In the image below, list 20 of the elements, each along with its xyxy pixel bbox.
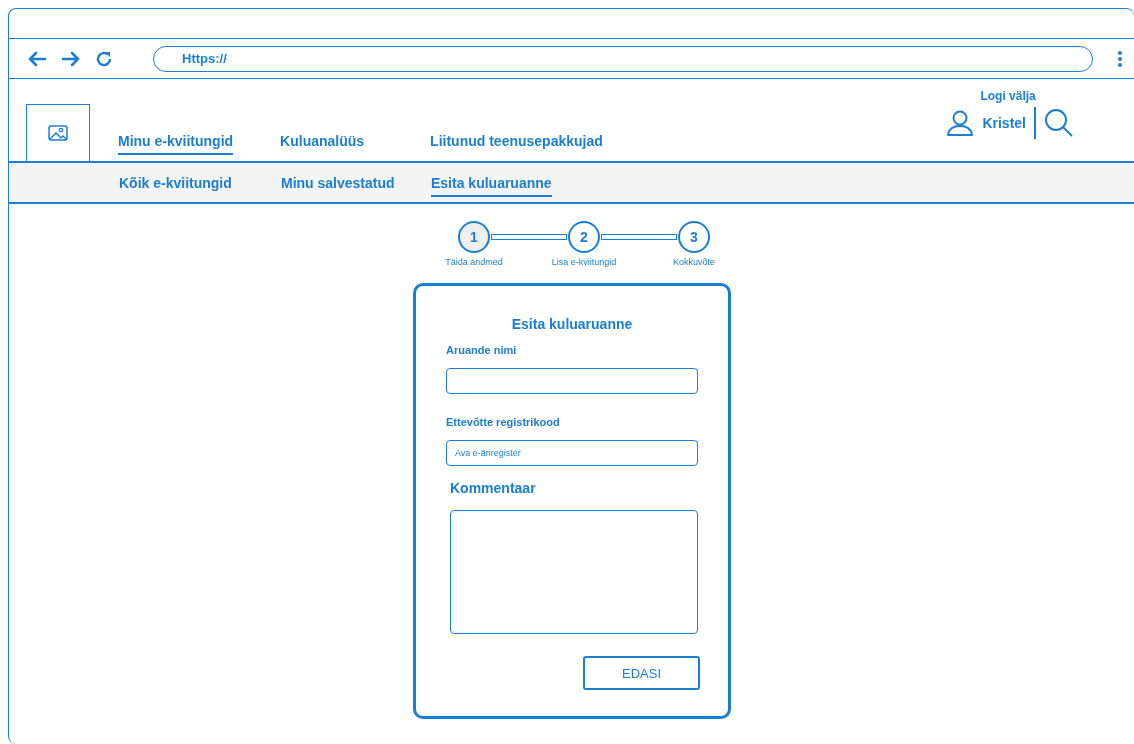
step-label: Täida andmed	[445, 257, 503, 267]
logout-link[interactable]: Logi välja	[980, 89, 1036, 103]
step-number: 2	[568, 221, 600, 253]
subnav-tab[interactable]: Minu salvestatud	[281, 168, 431, 197]
nav-tab[interactable]: Liitunud teenusepakkujad	[430, 133, 603, 155]
subnav-tab[interactable]: Kõik e-kviitungid	[119, 168, 281, 197]
step-number: 1	[458, 221, 490, 253]
input-field[interactable]: Ava e-äriregister	[446, 440, 698, 466]
nav-tab[interactable]: Kuluanalüüs	[280, 133, 431, 155]
field-label: Ettevõtte registrikood	[446, 416, 561, 428]
step-label: Lisa e-kviitungid	[551, 257, 617, 267]
user-name: Kristel	[982, 115, 1026, 131]
nav-tab[interactable]: Minu e-kviitungid	[118, 133, 234, 155]
step-number: 3	[678, 221, 710, 253]
field-label: Aruande nimi	[446, 344, 518, 356]
subnav-tab[interactable]: Esita kuluaruanne	[431, 168, 552, 197]
form-title: Esita kuluaruanne	[510, 316, 634, 332]
next-button[interactable]: EDASI	[583, 656, 700, 690]
step-label: Kokkuvõte	[673, 257, 715, 267]
field-label: Kommentaar	[450, 480, 537, 496]
